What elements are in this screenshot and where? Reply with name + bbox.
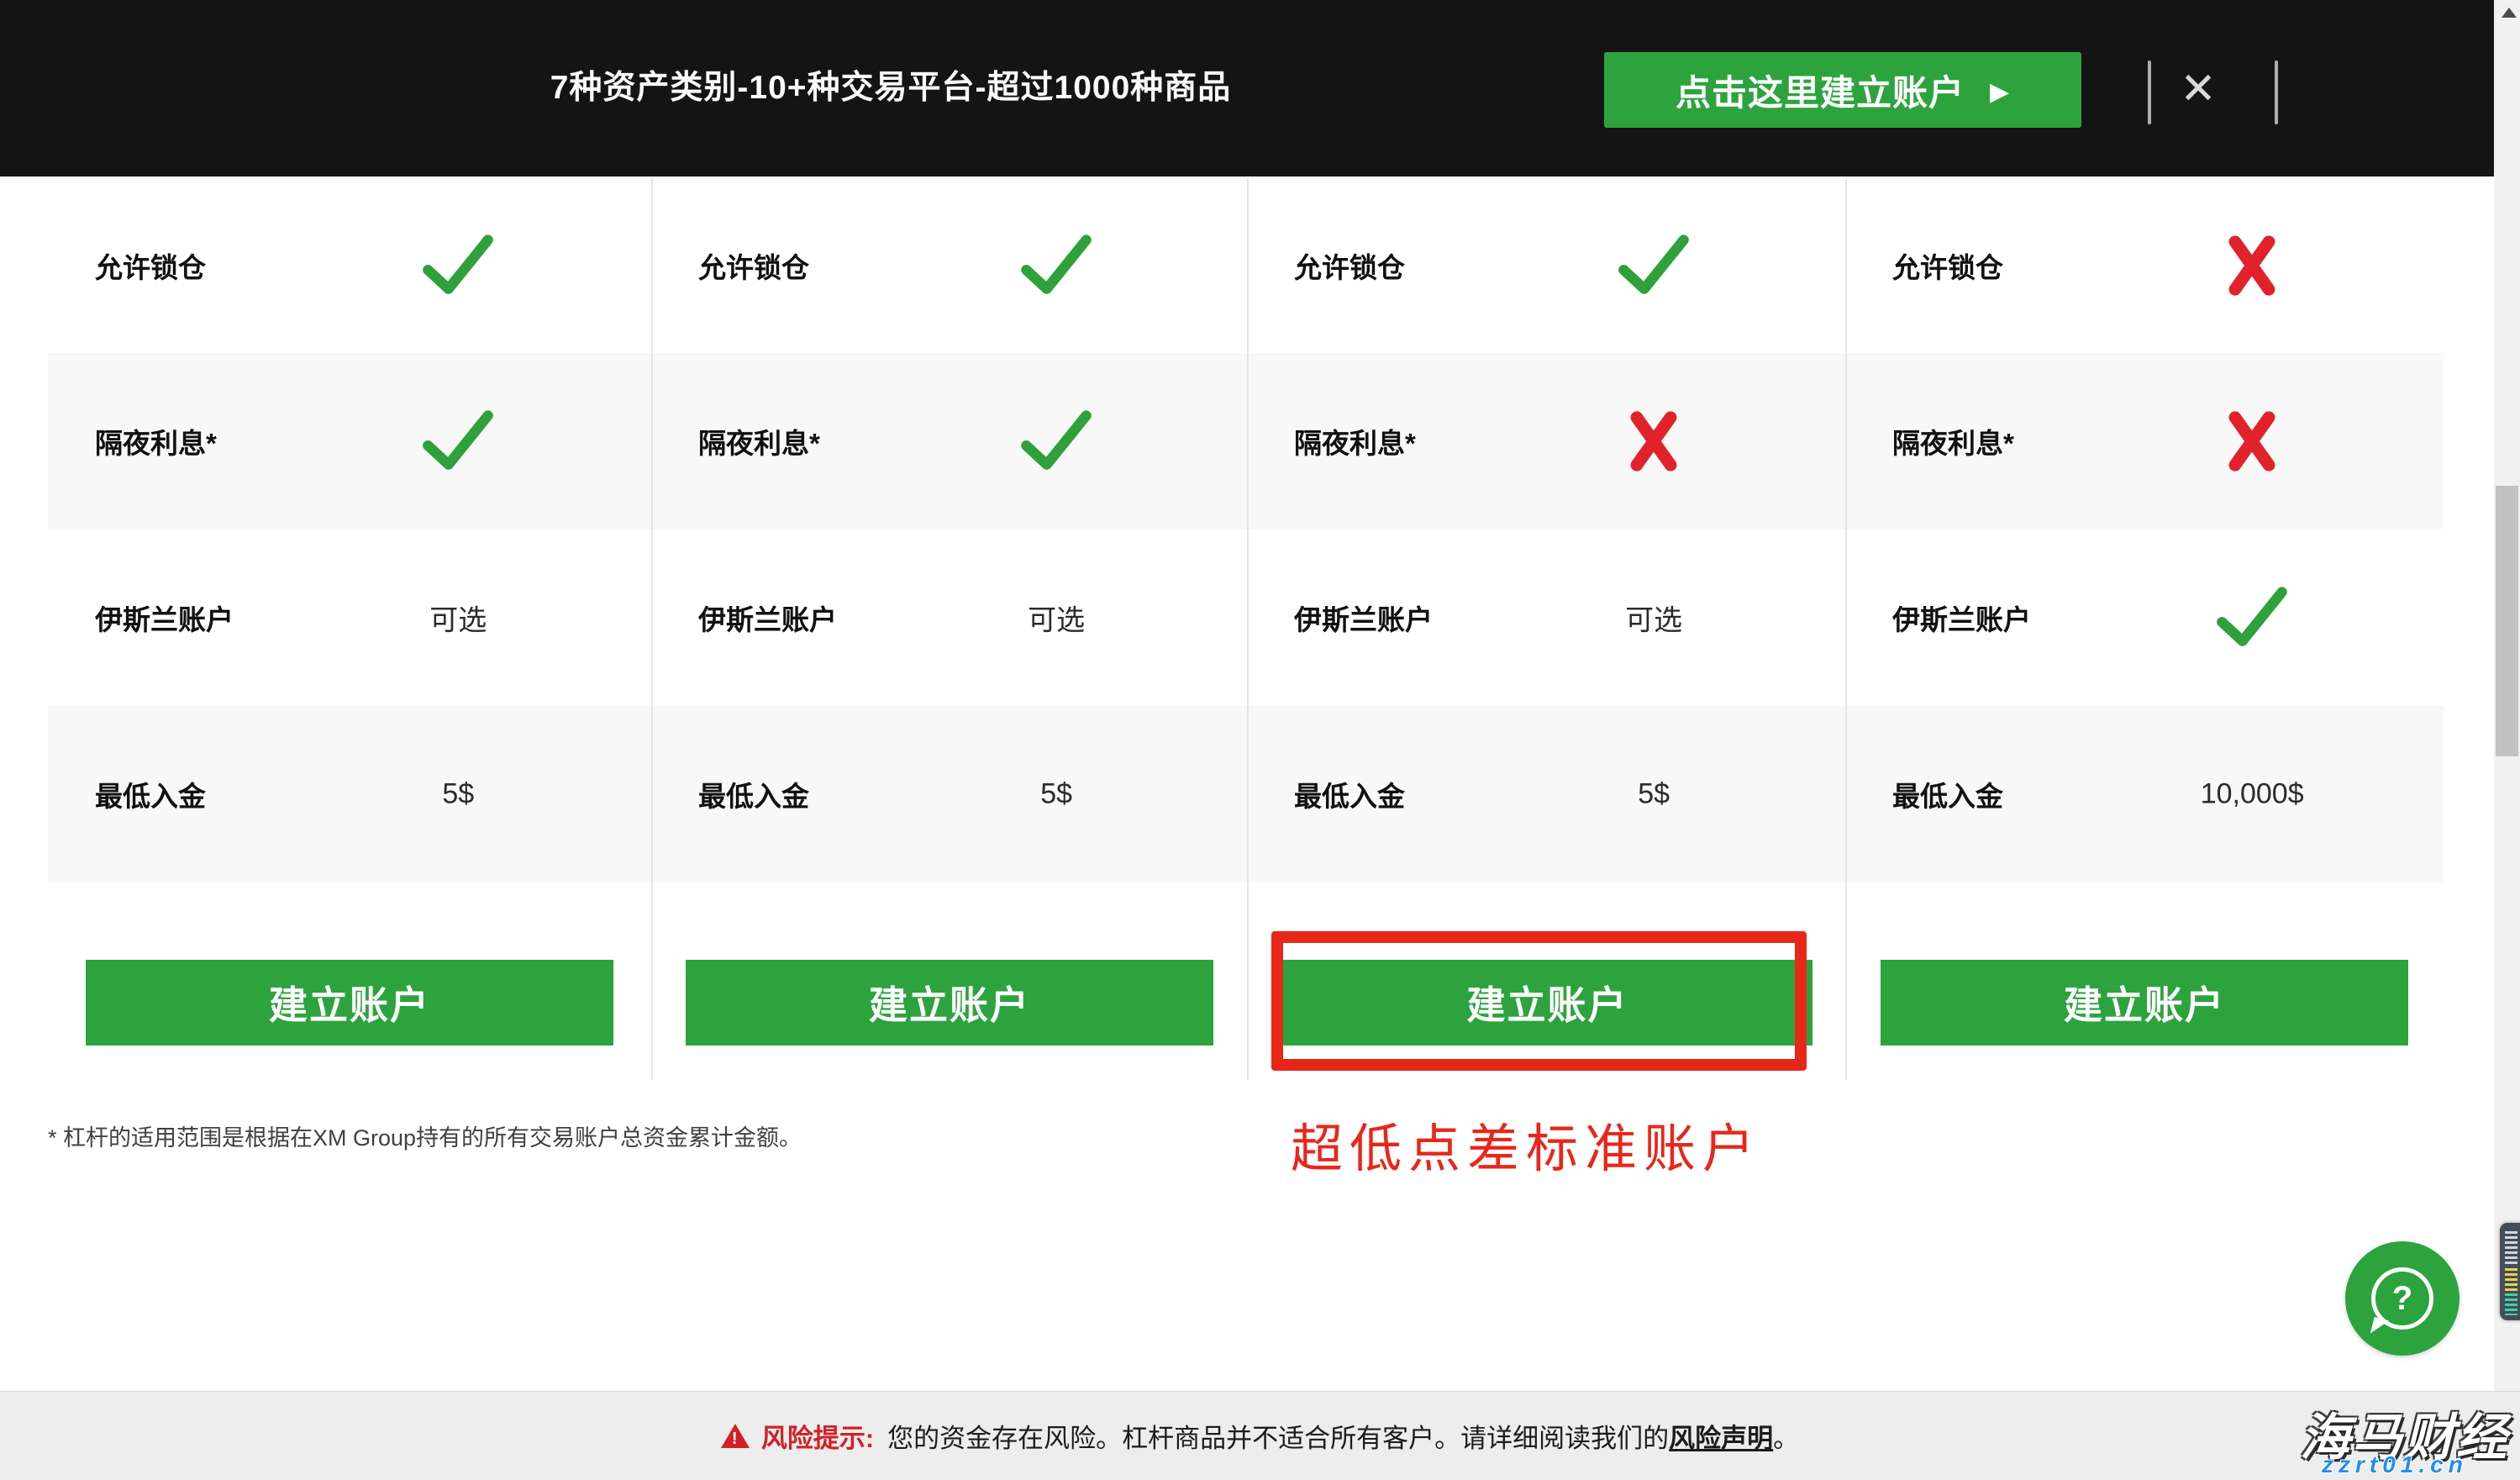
- scroll-marker-widget: [2500, 1223, 2520, 1320]
- feature-label: 隔夜利息*: [95, 421, 217, 461]
- feature-label: 隔夜利息*: [1294, 421, 1416, 461]
- feature-value: 5$: [1040, 778, 1072, 811]
- create-account-button[interactable]: 建立账户: [1881, 960, 2408, 1045]
- banner-cta-label: 点击这里建立账户: [1676, 65, 1965, 116]
- scrollbar-thumb[interactable]: [2496, 486, 2518, 756]
- annotation-highlight-box: [1271, 931, 1807, 1071]
- help-button[interactable]: ?: [2345, 1241, 2459, 1356]
- feature-label: 最低入金: [1294, 774, 1405, 814]
- promo-banner: 7种资产类别-10+种交易平台-超过1000种商品 点击这里建立账户 ▶ ✕: [0, 0, 2494, 176]
- feature-value: 可选: [1028, 598, 1085, 639]
- table-cell: 允许锁仓: [48, 178, 651, 353]
- feature-label: 伊斯兰账户: [1892, 598, 2031, 638]
- divider: [2275, 61, 2278, 124]
- feature-value: 可选: [429, 598, 487, 639]
- banner-cta-button[interactable]: 点击这里建立账户 ▶: [1604, 52, 2081, 128]
- table-cell: 允许锁仓: [1845, 178, 2444, 353]
- scroll-marker-stripes: [2505, 1231, 2517, 1267]
- cross-icon: [1627, 408, 1681, 474]
- risk-suffix: 。: [1773, 1417, 1799, 1455]
- feature-value: 10,000$: [2201, 778, 2304, 811]
- risk-body-text: 您的资金存在风险。杠杆商品并不适合所有客户。请详细阅读我们的: [887, 1417, 1669, 1455]
- risk-statement-link[interactable]: 风险声明: [1669, 1417, 1773, 1455]
- table-cell: 伊斯兰账户 可选: [651, 529, 1247, 706]
- feature-label: 伊斯兰账户: [95, 598, 234, 638]
- feature-value: 可选: [1625, 598, 1682, 639]
- check-icon: [1614, 232, 1693, 299]
- cross-icon: [2225, 233, 2279, 298]
- risk-title: 风险提示:: [761, 1417, 874, 1455]
- feature-label: 伊斯兰账户: [1294, 598, 1433, 638]
- warning-triangle-icon: [721, 1424, 750, 1448]
- check-icon: [1017, 232, 1096, 299]
- check-icon: [2212, 584, 2291, 651]
- feature-label: 允许锁仓: [1892, 245, 2003, 286]
- account-comparison-page: 7种资产类别-10+种交易平台-超过1000种商品 点击这里建立账户 ▶ ✕ 允…: [0, 0, 2520, 1480]
- feature-label: 允许锁仓: [698, 245, 809, 286]
- feature-label: 允许锁仓: [95, 245, 206, 286]
- table-cell: 伊斯兰账户: [1845, 529, 2444, 706]
- arrow-right-icon: ▶: [1990, 77, 2010, 107]
- feature-label: 隔夜利息*: [698, 421, 820, 461]
- feature-label: 伊斯兰账户: [698, 598, 837, 638]
- table-cell: 允许锁仓: [651, 178, 1247, 353]
- scroll-marker-stripes: [2505, 1268, 2517, 1292]
- feature-label: 允许锁仓: [1294, 245, 1405, 286]
- close-icon[interactable]: ✕: [2171, 50, 2225, 126]
- feature-value: 5$: [1638, 778, 1670, 811]
- banner-title: 7种资产类别-10+种交易平台-超过1000种商品: [471, 0, 1311, 176]
- table-cell: 最低入金 10,000$: [1845, 706, 2444, 882]
- table-cell: 最低入金 5$: [1247, 706, 1845, 882]
- table-cell: 隔夜利息*: [1247, 353, 1845, 529]
- divider: [2148, 61, 2151, 124]
- table-cell: 隔夜利息*: [1845, 353, 2444, 529]
- check-icon: [418, 408, 497, 475]
- feature-label: 最低入金: [698, 774, 809, 814]
- risk-warning-bar: 风险提示: 您的资金存在风险。杠杆商品并不适合所有客户。请详细阅读我们的 风险声…: [0, 1391, 2520, 1480]
- create-account-button[interactable]: 建立账户: [686, 960, 1213, 1045]
- feature-value: 5$: [442, 778, 474, 811]
- table-cell: 允许锁仓: [1247, 178, 1845, 353]
- feature-label: 最低入金: [95, 774, 206, 814]
- watermark-url: zzrt01.cn: [2322, 1451, 2468, 1478]
- table-cell: 伊斯兰账户 可选: [48, 529, 651, 706]
- table-cell: 最低入金 5$: [651, 706, 1247, 882]
- question-chat-icon: ?: [2371, 1267, 2433, 1330]
- annotation-label: 超低点差标准账户: [1291, 1106, 1761, 1182]
- leverage-footnote: * 杠杆的适用范围是根据在XM Group持有的所有交易账户总资金累计金额。: [48, 1119, 802, 1152]
- check-icon: [1017, 408, 1096, 475]
- cross-icon: [2225, 408, 2279, 474]
- table-cell: 隔夜利息*: [651, 353, 1247, 529]
- table-cell: 最低入金 5$: [48, 706, 651, 882]
- table-cell: 隔夜利息*: [48, 353, 651, 529]
- table-cell: 伊斯兰账户 可选: [1247, 529, 1845, 706]
- scroll-marker-stripes: [2505, 1293, 2517, 1315]
- create-account-button[interactable]: 建立账户: [86, 960, 613, 1045]
- check-icon: [418, 232, 497, 299]
- feature-label: 最低入金: [1892, 774, 2003, 814]
- scroll-up-arrow-icon[interactable]: [2502, 8, 2517, 18]
- feature-label: 隔夜利息*: [1892, 421, 2014, 461]
